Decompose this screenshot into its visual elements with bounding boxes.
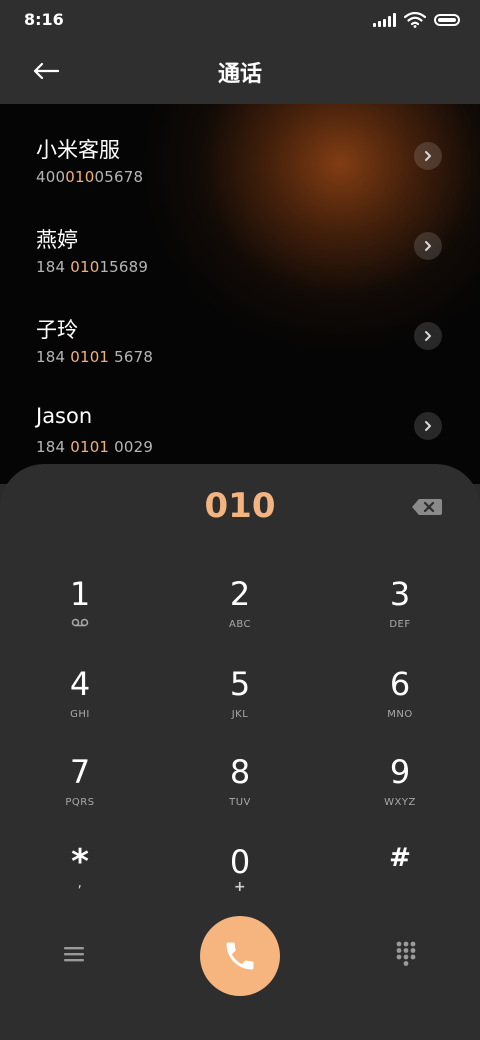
contact-detail-button[interactable] — [414, 322, 442, 350]
chevron-right-icon — [425, 331, 431, 341]
dialpad-toggle-button[interactable] — [382, 930, 430, 978]
key-7[interactable]: 7 PQRS — [20, 752, 140, 832]
page-title: 通话 — [217, 62, 262, 87]
contact-detail-button[interactable] — [414, 232, 442, 260]
contact-name: 小米客服 — [36, 138, 120, 162]
key-9[interactable]: 9 WXYZ — [340, 752, 460, 832]
header: 通话 — [0, 40, 480, 104]
dialed-number: 010 — [204, 486, 276, 526]
contact-row[interactable]: 燕婷 184 01015689 — [0, 224, 480, 304]
key-6[interactable]: 6 MNO — [340, 664, 460, 744]
contact-number: 184 0101 5678 — [36, 348, 154, 366]
contact-name: 燕婷 — [36, 228, 78, 252]
contact-number: 40001005678 — [36, 168, 144, 186]
top-bar: 8:16 通话 — [0, 0, 480, 104]
key-star[interactable]: * , — [20, 842, 140, 922]
contact-list: 小米客服 40001005678 燕婷 184 01015689 子玲 184 … — [0, 104, 480, 484]
key-5[interactable]: 5 JKL — [180, 664, 300, 744]
contact-number: 184 0101 0029 — [36, 438, 154, 456]
key-3[interactable]: 3 DEF — [340, 574, 460, 654]
chevron-right-icon — [425, 151, 431, 161]
number-match-highlight: 0101 — [70, 348, 110, 366]
battery-icon — [434, 14, 460, 26]
key-hash[interactable]: # — [340, 838, 460, 918]
key-4[interactable]: 4 GHI — [20, 664, 140, 744]
key-8[interactable]: 8 TUV — [180, 752, 300, 832]
contact-detail-button[interactable] — [414, 412, 442, 440]
dialpad-icon — [396, 941, 416, 966]
number-match-highlight: 010 — [65, 168, 95, 186]
chevron-right-icon — [425, 421, 431, 431]
contact-row[interactable]: 小米客服 40001005678 — [0, 134, 480, 214]
number-match-highlight: 0101 — [70, 438, 110, 456]
contact-name: 子玲 — [36, 318, 78, 342]
dialpad-sheet: 010 1 2 ABC 3 DEF 4 GHI 5 JKL 6 MNO 7 PQ… — [0, 464, 480, 1040]
voicemail-icon — [71, 618, 89, 627]
contact-detail-button[interactable] — [414, 142, 442, 170]
contact-name: Jason — [36, 404, 93, 428]
wifi-icon — [404, 12, 426, 28]
contact-number: 184 01015689 — [36, 258, 149, 276]
contact-row[interactable]: 子玲 184 0101 5678 — [0, 314, 480, 394]
status-icons — [373, 12, 460, 28]
phone-icon — [226, 942, 254, 970]
chevron-right-icon — [425, 241, 431, 251]
backspace-icon[interactable] — [410, 496, 444, 518]
key-1[interactable]: 1 — [20, 574, 140, 654]
key-0[interactable]: 0 + — [180, 842, 300, 922]
call-button[interactable] — [200, 916, 280, 996]
menu-button[interactable] — [50, 930, 98, 978]
menu-icon — [64, 947, 84, 962]
key-2[interactable]: 2 ABC — [180, 574, 300, 654]
status-bar: 8:16 — [0, 0, 480, 40]
status-time: 8:16 — [24, 10, 64, 29]
signal-icon — [373, 13, 396, 27]
number-match-highlight: 010 — [70, 258, 100, 276]
